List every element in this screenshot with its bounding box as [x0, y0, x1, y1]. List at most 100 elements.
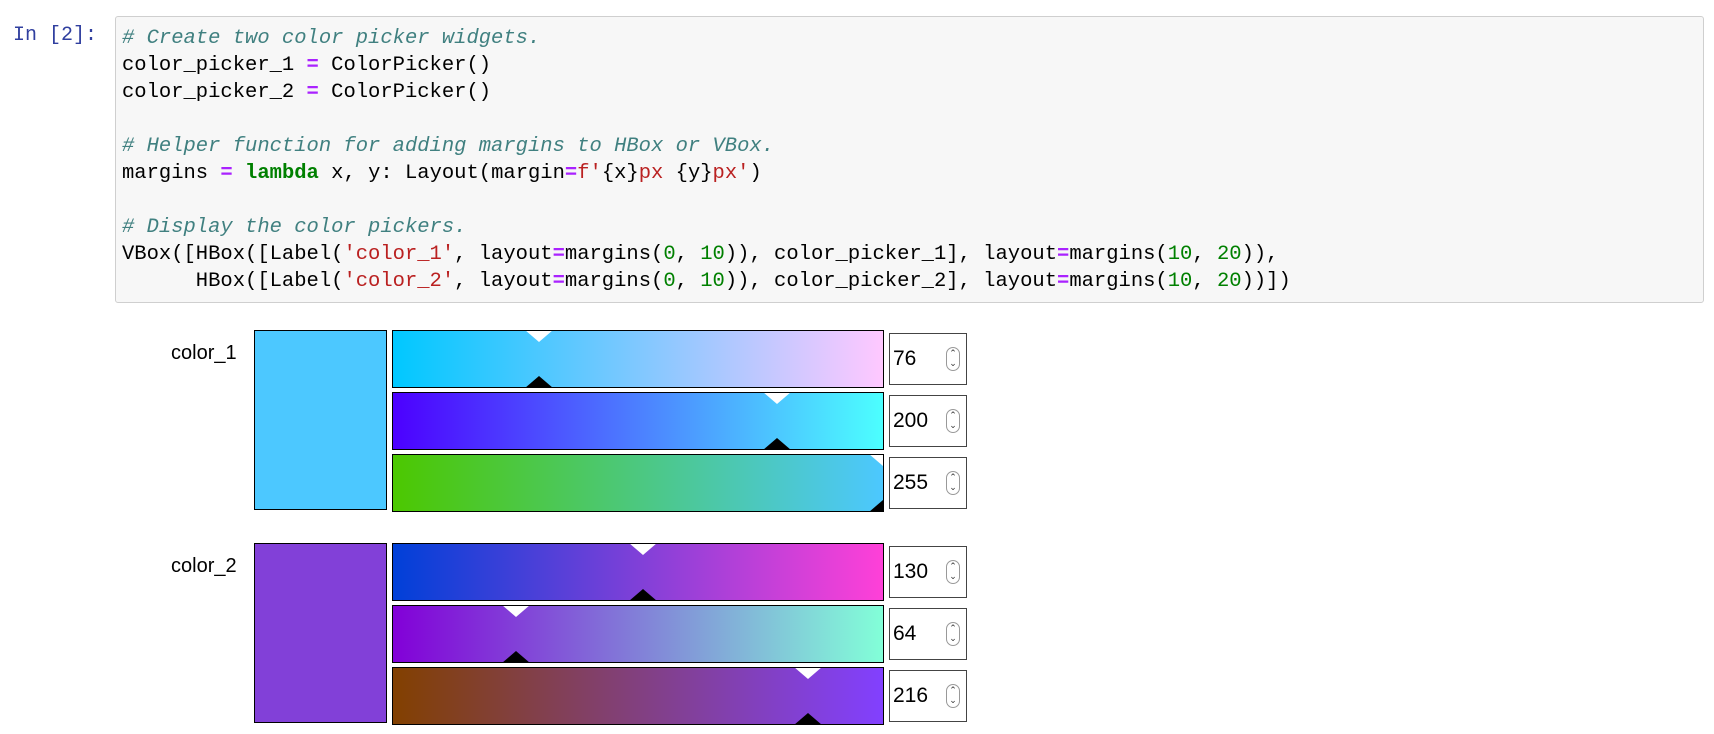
color-swatch	[254, 543, 387, 723]
red-slider[interactable]	[392, 543, 884, 601]
code-text: )), color_picker_1], layout	[724, 243, 1057, 266]
code-string: px	[638, 162, 676, 185]
code-number: 20	[1216, 270, 1242, 293]
code-text: ,	[675, 270, 701, 293]
up-down-spinner-icon[interactable]: ⌃ ⌄	[946, 560, 960, 584]
code-text: ,	[1192, 243, 1217, 266]
code-text: margins(	[1069, 270, 1168, 293]
green-value-input[interactable]: 64 ⌃ ⌄	[889, 608, 967, 660]
green-value-input[interactable]: 200 ⌃ ⌄	[889, 395, 967, 447]
code-text: {x}	[601, 162, 639, 185]
code-line: color_picker_1 = ColorPicker()	[122, 52, 1697, 79]
code-text: ,	[675, 243, 701, 266]
blue-value-input[interactable]: 216 ⌃ ⌄	[889, 670, 967, 722]
number-value: 76	[893, 347, 917, 370]
code-text: margins(	[564, 270, 664, 293]
slider-handle-top-icon[interactable]	[794, 668, 822, 679]
code-number: 10	[1167, 243, 1193, 266]
blue-slider[interactable]	[392, 454, 884, 512]
code-text: , layout	[454, 270, 553, 293]
code-operator: =	[1057, 270, 1070, 293]
green-slider[interactable]	[392, 605, 884, 663]
number-value: 64	[893, 622, 917, 645]
slider-handle-bottom-icon[interactable]	[502, 651, 530, 662]
code-text: color_picker_1	[122, 54, 307, 77]
slider-handle-bottom-icon[interactable]	[629, 589, 657, 600]
code-line: VBox([HBox([Label('color_1', layout=marg…	[122, 241, 1697, 268]
code-text: )	[749, 162, 762, 185]
code-string: 'color_2'	[343, 270, 455, 293]
code-line: margins = lambda x, y: Layout(margin=f'{…	[122, 160, 1697, 187]
up-down-spinner-icon[interactable]: ⌃ ⌄	[946, 347, 960, 371]
code-operator: =	[220, 162, 233, 185]
code-text: )), color_picker_2], layout	[724, 270, 1057, 293]
code-operator: =	[306, 81, 319, 104]
number-value: 200	[893, 409, 929, 432]
slider-handle-top-icon[interactable]	[502, 606, 530, 617]
code-string: 'color_1'	[343, 243, 455, 266]
picker-label: color_2	[171, 555, 237, 577]
code-text: margins	[122, 162, 221, 185]
code-line: color_picker_2 = ColorPicker()	[122, 79, 1697, 106]
code-text: ColorPicker()	[318, 81, 492, 104]
code-number: 10	[700, 243, 725, 266]
code-text: ))])	[1241, 270, 1291, 293]
code-number: 20	[1216, 243, 1242, 266]
green-slider[interactable]	[392, 392, 884, 450]
slider-handle-top-icon[interactable]	[525, 331, 553, 342]
code-operator: =	[564, 162, 578, 185]
code-comment: # Display the color pickers.	[122, 216, 467, 239]
code-operator: =	[306, 54, 319, 77]
code-line: HBox([Label('color_2', layout=margins(0,…	[122, 268, 1697, 295]
code-line: # Create two color picker widgets.	[122, 25, 1697, 52]
number-value: 255	[893, 471, 929, 494]
code-operator: =	[552, 243, 565, 266]
cell-prompt: In [2]:	[13, 24, 98, 47]
red-value-input[interactable]: 76 ⌃ ⌄	[889, 333, 967, 385]
code-comment: # Helper function for adding margins to …	[122, 135, 775, 158]
number-value: 130	[893, 560, 929, 583]
code-text: color_picker_2	[122, 81, 307, 104]
up-down-spinner-icon[interactable]: ⌃ ⌄	[946, 471, 960, 495]
code-text: , layout	[454, 243, 553, 266]
up-down-spinner-icon[interactable]: ⌃ ⌄	[946, 622, 960, 646]
code-number: 10	[1167, 270, 1193, 293]
up-down-spinner-icon[interactable]: ⌃ ⌄	[946, 684, 960, 708]
code-number: 0	[663, 270, 676, 293]
blue-slider[interactable]	[392, 667, 884, 725]
red-slider[interactable]	[392, 330, 884, 388]
code-number: 10	[700, 270, 725, 293]
code-comment: # Create two color picker widgets.	[122, 27, 541, 50]
slider-handle-top-icon[interactable]	[869, 455, 883, 466]
code-line: # Helper function for adding margins to …	[122, 133, 1697, 160]
slider-handle-bottom-icon[interactable]	[525, 376, 553, 387]
code-text: HBox([Label(	[122, 270, 344, 293]
code-operator: =	[552, 270, 565, 293]
code-text: x, y: Layout(margin	[318, 162, 565, 185]
code-operator: =	[1057, 243, 1070, 266]
code-editor[interactable]: # Create two color picker widgets. color…	[115, 16, 1704, 303]
code-number: 0	[663, 243, 676, 266]
code-text: margins(	[1069, 243, 1168, 266]
slider-handle-top-icon[interactable]	[629, 544, 657, 555]
red-value-input[interactable]: 130 ⌃ ⌄	[889, 546, 967, 598]
code-text: ,	[1192, 270, 1217, 293]
code-text: ColorPicker()	[318, 54, 492, 77]
picker-label: color_1	[171, 342, 237, 364]
slider-handle-top-icon[interactable]	[763, 393, 791, 404]
color-swatch	[254, 330, 387, 510]
code-string: px'	[712, 162, 750, 185]
code-text: margins(	[564, 243, 664, 266]
slider-handle-bottom-icon[interactable]	[869, 500, 883, 511]
blue-value-input[interactable]: 255 ⌃ ⌄	[889, 457, 967, 509]
slider-handle-bottom-icon[interactable]	[763, 438, 791, 449]
number-value: 216	[893, 684, 929, 707]
code-text: {y}	[675, 162, 713, 185]
code-text: )),	[1241, 243, 1279, 266]
slider-handle-bottom-icon[interactable]	[794, 713, 822, 724]
up-down-spinner-icon[interactable]: ⌃ ⌄	[946, 409, 960, 433]
code-line: # Display the color pickers.	[122, 214, 1697, 241]
